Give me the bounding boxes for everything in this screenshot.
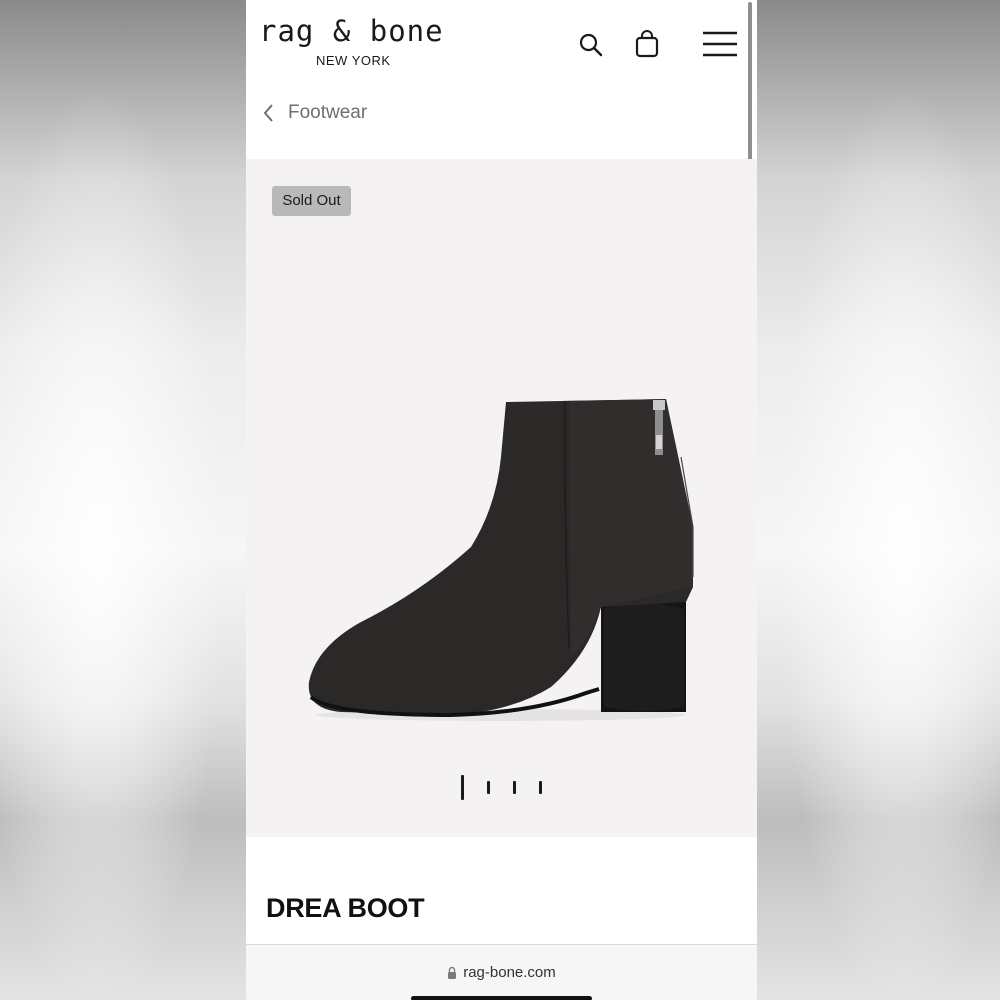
- chevron-left-icon: [263, 104, 273, 122]
- brand-logo[interactable]: rag & bone: [259, 14, 444, 48]
- backdrop-left: [0, 0, 246, 1000]
- gallery-pagination: [246, 774, 757, 804]
- product-title: DREA BOOT: [266, 893, 425, 923]
- menu-icon[interactable]: [702, 30, 738, 60]
- brand-logo-subtitle: NEW YORK: [316, 53, 391, 68]
- backdrop-right: [757, 0, 1000, 1000]
- phone-screen: rag & bone NEW YORK Footwear Sold Out DR…: [246, 0, 757, 1000]
- url-display[interactable]: rag-bone.com: [246, 961, 757, 983]
- search-icon[interactable]: [578, 32, 604, 58]
- breadcrumb-label: Footwear: [288, 102, 368, 123]
- bag-icon[interactable]: [634, 30, 660, 58]
- breadcrumb-back-link[interactable]: Footwear: [262, 100, 367, 126]
- browser-address-bar[interactable]: rag-bone.com: [246, 944, 757, 1000]
- sold-out-badge: Sold Out: [272, 186, 351, 216]
- site-header: rag & bone NEW YORK: [246, 0, 757, 90]
- pagination-indicator-3[interactable]: [513, 781, 516, 794]
- pagination-indicator-1[interactable]: [461, 775, 464, 800]
- lock-icon: [448, 966, 457, 979]
- product-image-gallery[interactable]: Sold Out: [246, 159, 757, 837]
- url-text: rag-bone.com: [463, 963, 556, 981]
- product-image[interactable]: [301, 397, 701, 727]
- home-indicator[interactable]: [411, 996, 592, 1000]
- pagination-indicator-2[interactable]: [487, 781, 490, 794]
- pagination-indicator-4[interactable]: [539, 781, 542, 794]
